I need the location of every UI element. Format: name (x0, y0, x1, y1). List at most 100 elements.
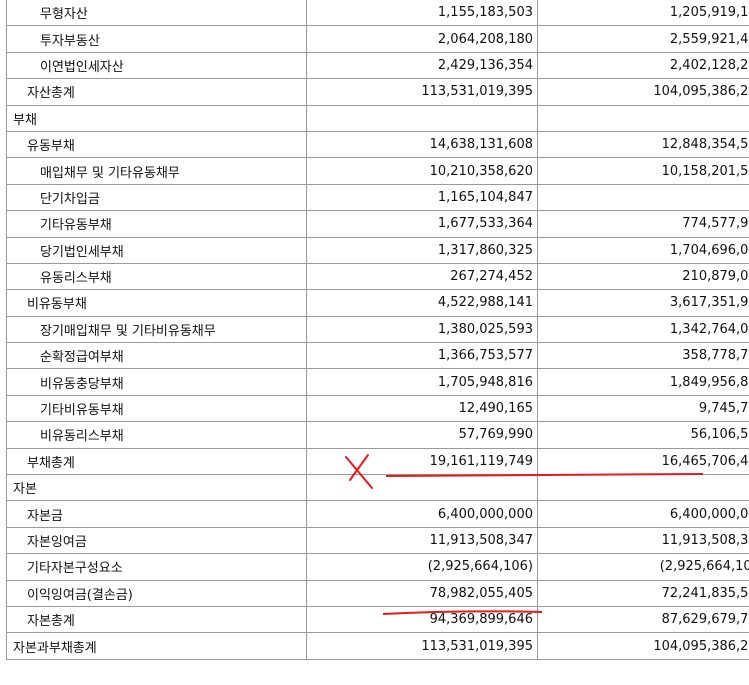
row-label: 비유동부채 (6, 289, 307, 317)
prior-period-value (537, 474, 749, 502)
current-period-value: 1,677,533,364 (306, 210, 538, 238)
row-label: 자본금 (6, 500, 307, 528)
table-body: 무형자산1,155,183,5031,205,919,159투자부동산2,064… (6, 0, 749, 660)
row-label: 매입채무 및 기타유동채무 (6, 157, 307, 185)
table-row: 매입채무 및 기타유동채무10,210,358,62010,158,201,50… (6, 157, 749, 185)
prior-period-value: 87,629,679,743 (537, 605, 749, 634)
current-period-value: 19,161,119,749 (306, 447, 538, 476)
current-period-value: 113,531,019,395 (306, 78, 538, 106)
row-label: 자본잉여금 (6, 526, 307, 555)
table-row: 단기차입금 1,165,104,847 (6, 183, 749, 212)
prior-period-value (537, 104, 749, 132)
current-period-value: 6,400,000,000 (306, 500, 538, 528)
row-label: 자본총계 (6, 605, 307, 634)
table-row: 당기법인세부채1,317,860,3251,704,696,005 (6, 236, 749, 264)
table-row: 자본금6,400,000,0006,400,000,000 (6, 500, 749, 528)
row-label: 단기차입금 (6, 183, 307, 212)
table-row: 자본잉여금11,913,508,34711,913,508,347 (6, 526, 749, 555)
prior-period-value: 12,848,354,531 (537, 130, 749, 159)
prior-period-value: 2,559,921,454 (537, 25, 749, 53)
table-row: 이익잉여금(결손금)78,982,055,40572,241,835,502 (6, 579, 749, 607)
row-label: 유동부채 (6, 130, 307, 159)
table-row: 순확정급여부채1,366,753,577358,778,749 (6, 342, 749, 370)
table-row: 무형자산1,155,183,5031,205,919,159 (6, 0, 749, 27)
table-row: 비유동리스부채57,769,99056,106,564 (6, 421, 749, 449)
financial-statement-table: 무형자산1,155,183,5031,205,919,159투자부동산2,064… (6, 0, 749, 660)
prior-period-value: 16,465,706,472 (537, 447, 749, 476)
row-label: 기타비유동부채 (6, 394, 307, 423)
current-period-value: 1,705,948,816 (306, 368, 538, 396)
row-label: 비유동리스부채 (6, 421, 307, 449)
prior-period-value: 3,617,351,941 (537, 289, 749, 317)
prior-period-value: 1,849,956,850 (537, 368, 749, 396)
row-label: 투자부동산 (6, 25, 307, 53)
table-row: 자본 (6, 474, 749, 502)
prior-period-value: 56,106,564 (537, 421, 749, 449)
prior-period-value: 1,205,919,159 (537, 0, 749, 27)
prior-period-value: (2,925,664,106) (537, 553, 749, 581)
table-row: 비유동부채4,522,988,1413,617,351,941 (6, 289, 749, 317)
row-label: 유동리스부채 (6, 262, 307, 291)
table-row: 기타비유동부채12,490,1659,745,703 (6, 394, 749, 423)
prior-period-value: 358,778,749 (537, 342, 749, 370)
row-label: 장기매입채무 및 기타비유동채무 (6, 315, 307, 344)
row-label: 이연법인세자산 (6, 51, 307, 80)
current-period-value: 14,638,131,608 (306, 130, 538, 159)
table-row: 부채 (6, 104, 749, 132)
row-label: 당기법인세부채 (6, 236, 307, 264)
row-label: 기타자본구성요소 (6, 553, 307, 581)
row-label: 자산총계 (6, 78, 307, 106)
current-period-value (306, 474, 538, 502)
table-row: 자산총계113,531,019,395104,095,386,215 (6, 78, 749, 106)
row-label: 부채총계 (6, 447, 307, 476)
current-period-value: 1,380,025,593 (306, 315, 538, 344)
current-period-value (306, 104, 538, 132)
row-label: 자본과부채총계 (6, 632, 307, 660)
table-row: 장기매입채무 및 기타비유동채무 1,380,025,593 1,342,764,0… (6, 315, 749, 344)
prior-period-value: 11,913,508,347 (537, 526, 749, 555)
row-label: 기타유동부채 (6, 210, 307, 238)
table-row: 비유동충당부채1,705,948,8161,849,956,850 (6, 368, 749, 396)
table-row: 기타유동부채1,677,533,364774,577,938 (6, 210, 749, 238)
row-label: 자본 (6, 474, 307, 502)
current-period-value: 1,165,104,847 (306, 183, 538, 212)
prior-period-value: 2,402,128,209 (537, 51, 749, 80)
prior-period-value: 104,095,386,215 (537, 78, 749, 106)
row-label: 이익잉여금(결손금) (6, 579, 307, 607)
table-row: 기타자본구성요소(2,925,664,106)(2,925,664,106) (6, 553, 749, 581)
prior-period-value: 774,577,938 (537, 210, 749, 238)
table-row: 투자부동산2,064,208,1802,559,921,454 (6, 25, 749, 53)
table-row: 이연법인세자산2,429,136,3542,402,128,209 (6, 51, 749, 80)
current-period-value: 1,366,753,577 (306, 342, 538, 370)
current-period-value: 12,490,165 (306, 394, 538, 423)
current-period-value: 2,064,208,180 (306, 25, 538, 53)
prior-period-value: 1,704,696,005 (537, 236, 749, 264)
current-period-value: 2,429,136,354 (306, 51, 538, 80)
current-period-value: 267,274,452 (306, 262, 538, 291)
prior-period-value: 10,158,201,509 (537, 157, 749, 185)
prior-period-value: 9,745,703 (537, 394, 749, 423)
prior-period-value (537, 183, 749, 212)
table-row: 유동리스부채267,274,452210,879,079 (6, 262, 749, 291)
prior-period-value: 72,241,835,502 (537, 579, 749, 607)
current-period-value: 11,913,508,347 (306, 526, 538, 555)
current-period-value: 94,369,899,646 (306, 605, 538, 634)
table-row: 유동부채14,638,131,60812,848,354,531 (6, 130, 749, 159)
current-period-value: 1,155,183,503 (306, 0, 538, 27)
current-period-value: 78,982,055,405 (306, 579, 538, 607)
prior-period-value: 104,095,386,215 (537, 632, 749, 660)
current-period-value: 113,531,019,395 (306, 632, 538, 660)
row-label: 부채 (6, 104, 307, 132)
current-period-value: (2,925,664,106) (306, 553, 538, 581)
current-period-value: 1,317,860,325 (306, 236, 538, 264)
row-label: 비유동충당부채 (6, 368, 307, 396)
prior-period-value: 6,400,000,000 (537, 500, 749, 528)
current-period-value: 4,522,988,141 (306, 289, 538, 317)
current-period-value: 10,210,358,620 (306, 157, 538, 185)
table-row: 자본총계94,369,899,64687,629,679,743 (6, 605, 749, 634)
prior-period-value: 1,342,764,075 (537, 315, 749, 344)
prior-period-value: 210,879,079 (537, 262, 749, 291)
table-row: 부채총계19,161,119,74916,465,706,472 (6, 447, 749, 476)
row-label: 무형자산 (6, 0, 307, 27)
row-label: 순확정급여부채 (6, 342, 307, 370)
